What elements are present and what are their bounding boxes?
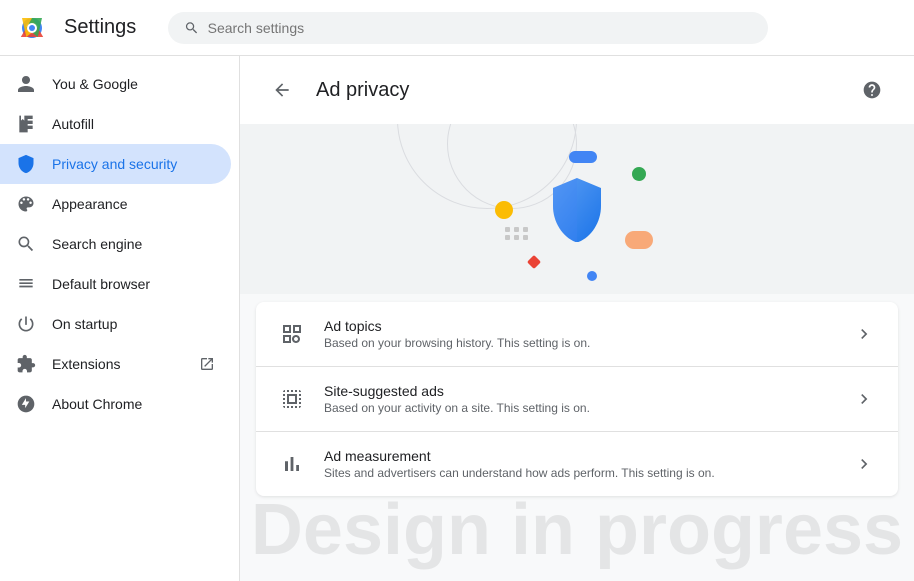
chevron-right-icon-ad-measurement [854, 454, 874, 474]
sidebar-item-default-browser[interactable]: Default browser [0, 264, 231, 304]
app-header: Settings [0, 0, 914, 56]
settings-item-title-ad-topics: Ad topics [324, 318, 834, 334]
sidebar-item-label: Privacy and security [52, 156, 177, 172]
site-ads-icon [280, 387, 304, 411]
chrome-logo-icon [16, 12, 48, 44]
sidebar-item-search-engine[interactable]: Search engine [0, 224, 231, 264]
search-input[interactable] [208, 20, 753, 36]
settings-item-desc-ad-topics: Based on your browsing history. This set… [324, 336, 834, 350]
search-engine-icon [16, 234, 36, 254]
settings-item-title-site-ads: Site-suggested ads [324, 383, 834, 399]
dot-blue-small [587, 271, 597, 281]
person-icon [16, 74, 36, 94]
search-icon [184, 20, 199, 36]
settings-list: Ad topics Based on your browsing history… [256, 302, 898, 496]
sidebar-item-label: Search engine [52, 236, 142, 252]
settings-item-ad-measurement[interactable]: Ad measurement Sites and advertisers can… [256, 432, 898, 496]
settings-item-ad-topics[interactable]: Ad topics Based on your browsing history… [256, 302, 898, 367]
shield-icon-main [549, 176, 605, 242]
browser-icon [16, 274, 36, 294]
sidebar-item-label: Extensions [52, 356, 120, 372]
chevron-right-icon-ad-topics [854, 324, 874, 344]
help-icon [862, 80, 882, 100]
sidebar-item-extensions[interactable]: Extensions [0, 344, 231, 384]
dot-blue-pill [569, 151, 597, 163]
page-header-left: Ad privacy [264, 72, 409, 108]
settings-item-text-ad-topics: Ad topics Based on your browsing history… [324, 318, 834, 350]
sidebar-item-label: Autofill [52, 116, 94, 132]
dot-yellow [495, 201, 513, 219]
external-link-icon [199, 356, 215, 372]
hero-banner [240, 124, 914, 294]
settings-item-title-ad-measurement: Ad measurement [324, 448, 834, 464]
app-title: Settings [64, 16, 136, 39]
settings-item-desc-ad-measurement: Sites and advertisers can understand how… [324, 466, 834, 480]
page-title: Ad privacy [316, 79, 409, 102]
sidebar-item-label: Default browser [52, 276, 150, 292]
back-arrow-icon [272, 80, 292, 100]
chevron-right-icon-site-ads [854, 389, 874, 409]
sidebar-item-you-google[interactable]: You & Google [0, 64, 231, 104]
search-bar [168, 12, 768, 44]
main-layout: You & Google Autofill Privacy and securi… [0, 56, 914, 581]
back-button[interactable] [264, 72, 300, 108]
autofill-icon [16, 114, 36, 134]
appearance-icon [16, 194, 36, 214]
page-header: Ad privacy [240, 56, 914, 124]
chrome-icon [16, 394, 36, 414]
dot-red [527, 255, 541, 269]
chart-icon [280, 452, 304, 476]
dot-grid [505, 227, 529, 240]
settings-item-site-suggested-ads[interactable]: Site-suggested ads Based on your activit… [256, 367, 898, 432]
settings-item-text-site-ads: Site-suggested ads Based on your activit… [324, 383, 834, 415]
sidebar-item-about-chrome[interactable]: About Chrome [0, 384, 231, 424]
sidebar-item-privacy-security[interactable]: Privacy and security [0, 144, 231, 184]
watermark: Design in progress [240, 489, 914, 571]
settings-item-text-ad-measurement: Ad measurement Sites and advertisers can… [324, 448, 834, 480]
sidebar-item-label: On startup [52, 316, 117, 332]
content-area: Ad privacy [240, 56, 914, 581]
sidebar-item-autofill[interactable]: Autofill [0, 104, 231, 144]
settings-item-desc-site-ads: Based on your activity on a site. This s… [324, 401, 834, 415]
help-button[interactable] [854, 72, 890, 108]
sidebar-item-appearance[interactable]: Appearance [0, 184, 231, 224]
sidebar-item-label: You & Google [52, 76, 138, 92]
dot-green [632, 167, 646, 181]
puzzle-icon [16, 354, 36, 374]
startup-icon [16, 314, 36, 334]
sidebar: You & Google Autofill Privacy and securi… [0, 56, 240, 581]
sidebar-item-on-startup[interactable]: On startup [0, 304, 231, 344]
shield-illustration [477, 139, 677, 279]
shield-icon [16, 154, 36, 174]
sidebar-item-label: Appearance [52, 196, 128, 212]
ad-topics-icon [280, 322, 304, 346]
dot-peach [625, 231, 653, 249]
sidebar-item-label: About Chrome [52, 396, 142, 412]
